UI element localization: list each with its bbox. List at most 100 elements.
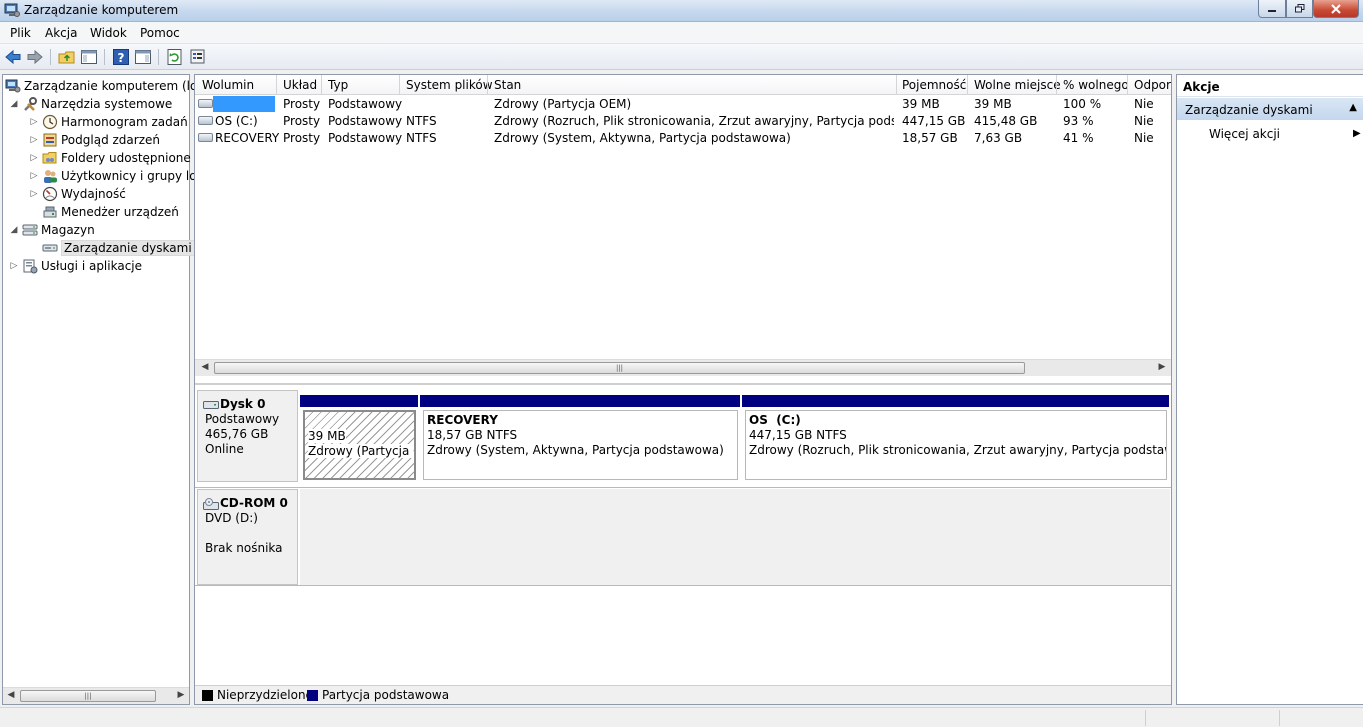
expand-arrow-icon[interactable]: ▷ [9, 261, 19, 271]
tree-item-shared-folders[interactable]: ▷ Foldery udostępnione [29, 149, 191, 167]
expand-arrow-icon[interactable]: ▷ [29, 117, 39, 127]
expand-arrow-icon[interactable]: ▷ [29, 189, 39, 199]
volume-type: Podstawowy [328, 97, 403, 111]
tree-item-users-groups[interactable]: ▷ Użytkownicy i grupy lok [29, 167, 203, 185]
tree-item-event-viewer[interactable]: ▷ Podgląd zdarzeń [29, 131, 160, 149]
menu-action[interactable]: Akcja [45, 26, 77, 40]
cd-drive-icon [203, 497, 219, 510]
tree-item-services-applications[interactable]: ▷ Usługi i aplikacje [9, 257, 142, 275]
actions-section-disk-management[interactable]: Zarządzanie dyskami ▲ [1177, 98, 1363, 120]
minimize-icon [1268, 9, 1276, 12]
table-row[interactable]: Prosty Podstawowy Zdrowy (Partycja OEM) … [195, 96, 1171, 113]
column-divider[interactable] [967, 75, 968, 95]
column-header-file-system[interactable]: System plików [406, 78, 493, 92]
partition-status: Zdrowy (Rozruch, Plik stronicowania, Zrz… [749, 443, 1167, 457]
tree-item-disk-management[interactable]: Zarządzanie dyskami [42, 239, 195, 257]
tree-item-task-scheduler[interactable]: ▷ Harmonogram zadań [29, 113, 188, 131]
refresh-icon [167, 49, 182, 65]
volume-list-horizontal-scrollbar[interactable]: ◀ ||| ▶ [195, 359, 1171, 376]
submenu-arrow-icon[interactable]: ▶ [1353, 128, 1361, 139]
refresh-button[interactable] [166, 48, 184, 66]
show-hide-tree-button[interactable] [80, 48, 98, 66]
tree-item-system-tools[interactable]: ◢ Narzędzia systemowe [9, 95, 172, 113]
volume-type: Podstawowy [328, 114, 403, 128]
table-row[interactable]: OS (C:) Prosty Podstawowy NTFS Zdrowy (R… [195, 113, 1171, 130]
partition-recovery[interactable]: RECOVERY 18,57 GB NTFS Zdrowy (System, A… [420, 395, 740, 483]
scroll-right-arrow-icon[interactable]: ▶ [174, 690, 188, 700]
forward-button[interactable] [26, 48, 44, 66]
scrollbar-thumb[interactable]: ||| [20, 690, 156, 702]
column-header-status[interactable]: Stan [494, 78, 521, 92]
disk-0-label[interactable]: Dysk 0 Podstawowy 465,76 GB Online [197, 390, 298, 482]
column-divider[interactable] [1127, 75, 1128, 95]
cdrom-0-drive: DVD (D:) [205, 511, 258, 525]
column-divider[interactable] [276, 75, 277, 95]
legend-label-unallocated: Nieprzydzielone [217, 688, 313, 702]
expand-arrow-icon[interactable]: ▷ [29, 171, 39, 181]
tree-item-storage[interactable]: ◢ Magazyn [9, 221, 95, 239]
column-header-type[interactable]: Typ [328, 78, 348, 92]
volume-percent-free: 100 % [1063, 97, 1102, 111]
minimize-button[interactable] [1258, 0, 1286, 18]
column-header-volume[interactable]: Wolumin [202, 78, 254, 92]
drive-icon [198, 99, 213, 108]
window-title: Zarządzanie komputerem [24, 3, 179, 17]
column-header-free-space[interactable]: Wolne miejsce [974, 78, 1061, 92]
column-header-layout[interactable]: Układ [283, 78, 317, 92]
performance-icon [42, 186, 58, 202]
computer-management-icon [5, 79, 21, 93]
disk-0-size: 465,76 GB [205, 427, 269, 441]
maximize-button[interactable] [1286, 0, 1313, 18]
column-header-percent-free[interactable]: % wolnego [1063, 78, 1129, 92]
volume-fault-tolerance: Nie [1134, 97, 1154, 111]
more-actions-item[interactable]: Więcej akcji [1209, 127, 1280, 141]
up-level-button[interactable] [58, 48, 76, 66]
tree-item-device-manager[interactable]: Menedżer urządzeń [42, 203, 179, 221]
menu-view[interactable]: Widok [90, 26, 127, 40]
scrollbar-thumb[interactable]: ||| [214, 362, 1025, 374]
scroll-left-arrow-icon[interactable]: ◀ [198, 362, 212, 372]
toolbar-separator [50, 49, 51, 65]
help-icon: ? [113, 49, 129, 65]
help-button[interactable]: ? [112, 48, 130, 66]
column-divider[interactable] [399, 75, 400, 95]
volume-file-system: NTFS [406, 114, 437, 128]
partition-name: RECOVERY [427, 413, 498, 427]
back-button[interactable] [4, 48, 22, 66]
expand-arrow-icon[interactable]: ▷ [29, 153, 39, 163]
volume-fault-tolerance: Nie [1134, 131, 1154, 145]
partition-size: 18,57 GB NTFS [427, 428, 518, 442]
tree-horizontal-scrollbar[interactable]: ◀ ||| ▶ [3, 687, 189, 704]
show-hide-action-pane-button[interactable] [134, 48, 152, 66]
legend-swatch-primary [307, 690, 318, 701]
cdrom-0-label[interactable]: CD-ROM 0 DVD (D:) Brak nośnika [197, 489, 298, 585]
partition-os-c[interactable]: OS (C:) 447,15 GB NTFS Zdrowy (Rozruch, … [742, 395, 1169, 483]
collapse-arrow-icon[interactable]: ◢ [9, 99, 19, 109]
volume-status: Zdrowy (System, Aktywna, Partycja podsta… [494, 131, 791, 145]
column-divider[interactable] [487, 75, 488, 95]
collapse-arrow-icon[interactable]: ◢ [9, 225, 19, 235]
volume-free-space: 7,63 GB [974, 131, 1023, 145]
partition-bar [300, 395, 418, 407]
column-header-fault-tolerance[interactable]: Odpor [1134, 78, 1171, 92]
collapse-up-icon[interactable]: ▲ [1349, 102, 1357, 113]
menu-help[interactable]: Pomoc [140, 26, 180, 40]
column-divider[interactable] [321, 75, 322, 95]
scroll-right-arrow-icon[interactable]: ▶ [1155, 362, 1169, 372]
disk-0-state: Online [205, 442, 244, 456]
properties-button[interactable] [189, 48, 207, 66]
tree-label: Użytkownicy i grupy lok [61, 169, 204, 183]
tree-item-computer-management[interactable]: Zarządzanie komputerem (loka [5, 77, 211, 95]
column-divider[interactable] [1056, 75, 1057, 95]
close-button[interactable] [1313, 0, 1359, 18]
action-pane-icon [135, 50, 151, 64]
tree-item-performance[interactable]: ▷ Wydajność [29, 185, 126, 203]
expand-arrow-icon[interactable]: ▷ [29, 135, 39, 145]
menu-file[interactable]: Plik [10, 26, 31, 40]
table-row[interactable]: RECOVERY Prosty Podstawowy NTFS Zdrowy (… [195, 130, 1171, 147]
console-tree-icon [81, 50, 97, 64]
partition-oem[interactable]: 39 MB Zdrowy (Partycja OE [300, 395, 418, 483]
column-header-capacity[interactable]: Pojemność [902, 78, 966, 92]
scroll-left-arrow-icon[interactable]: ◀ [4, 690, 18, 700]
column-divider[interactable] [896, 75, 897, 95]
